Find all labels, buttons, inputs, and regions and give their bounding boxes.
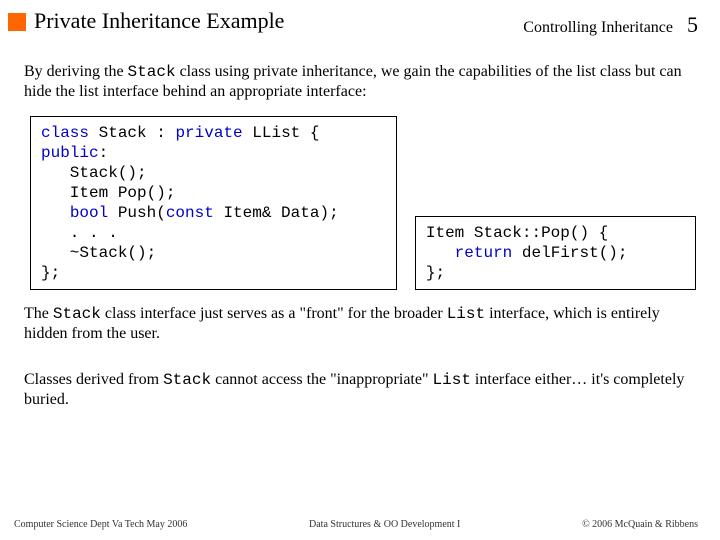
intro-paragraph: By deriving the Stack class using privat… xyxy=(24,62,696,102)
code xyxy=(426,244,455,262)
code: . . . xyxy=(41,224,118,242)
slide-title: Private Inheritance Example xyxy=(34,8,523,34)
code-block-stack-decl: class Stack : private LList { public: St… xyxy=(30,116,397,290)
code: delFirst(); xyxy=(512,244,627,262)
code-inline: Stack xyxy=(163,371,211,389)
code: Push( xyxy=(108,204,166,222)
paragraph-front: The Stack class interface just serves as… xyxy=(24,304,696,344)
code-row: class Stack : private LList { public: St… xyxy=(30,116,696,290)
keyword: public xyxy=(41,144,99,162)
footer-right: © 2006 McQuain & Ribbens xyxy=(582,519,698,530)
text: cannot access the "inappropriate" xyxy=(211,371,432,388)
keyword: class xyxy=(41,124,89,142)
code-inline: List xyxy=(433,371,471,389)
section-name: Controlling Inheritance xyxy=(523,19,673,36)
code: }; xyxy=(41,264,60,282)
page-number: 5 xyxy=(687,12,698,37)
code-inline: Stack xyxy=(128,63,176,81)
keyword: bool xyxy=(70,204,108,222)
code: Stack : xyxy=(89,124,175,142)
slide-footer: Computer Science Dept Va Tech May 2006 D… xyxy=(0,519,720,530)
code: Stack(); xyxy=(41,164,147,182)
footer-left: Computer Science Dept Va Tech May 2006 xyxy=(14,519,187,530)
slide-body: By deriving the Stack class using privat… xyxy=(0,42,720,410)
text: The xyxy=(24,305,53,322)
paragraph-buried: Classes derived from Stack cannot access… xyxy=(24,370,696,410)
code: Item& Data); xyxy=(214,204,339,222)
code: Item Pop(); xyxy=(41,184,175,202)
keyword: return xyxy=(455,244,513,262)
code xyxy=(41,204,70,222)
footer-center: Data Structures & OO Development I xyxy=(187,519,582,530)
keyword: private xyxy=(175,124,242,142)
code-inline: Stack xyxy=(53,305,101,323)
code-block-pop-impl: Item Stack::Pop() { return delFirst(); }… xyxy=(415,216,696,290)
code: Item Stack::Pop() { xyxy=(426,224,608,242)
code: }; xyxy=(426,264,445,282)
text: class interface just serves as a "front"… xyxy=(101,305,447,322)
code: : xyxy=(99,144,109,162)
text: Classes derived from xyxy=(24,371,163,388)
section-label: Controlling Inheritance 5 xyxy=(523,8,698,38)
slide-header: Private Inheritance Example Controlling … xyxy=(0,0,720,42)
code-inline: List xyxy=(447,305,485,323)
text: By deriving the xyxy=(24,63,128,80)
keyword: const xyxy=(166,204,214,222)
code: ~Stack(); xyxy=(41,244,156,262)
code: LList { xyxy=(243,124,320,142)
title-bullet-icon xyxy=(8,13,26,31)
